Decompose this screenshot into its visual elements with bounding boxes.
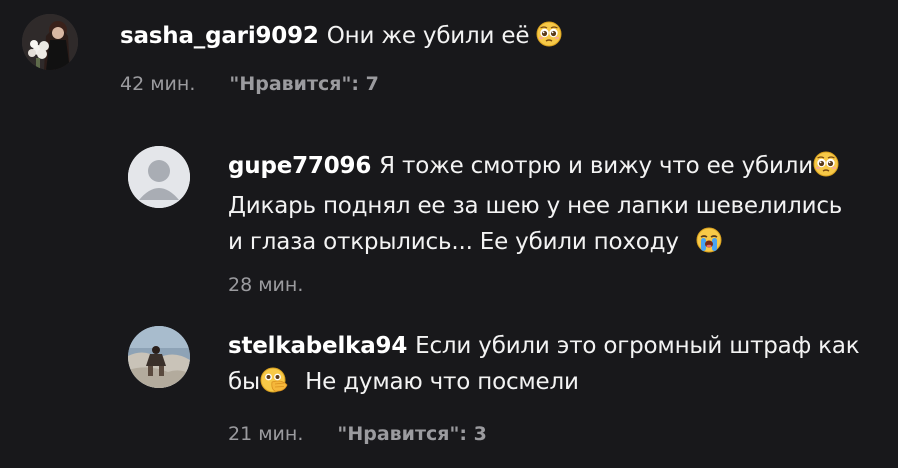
comment-username[interactable]: gupe77096 xyxy=(228,153,371,179)
comment-line-3: и глаза открылись... Ее убили походу xyxy=(228,224,888,264)
face-with-hand-over-mouth-icon xyxy=(260,367,288,404)
comment-3: stelkabelka94 Если убили это огромный штр… xyxy=(0,310,898,468)
comment-meta: 28 мин. xyxy=(228,274,303,296)
comment-body: Они же убили её xyxy=(326,23,530,49)
comment-line-2: Дикарь поднял ее за шею у нее лапки шеве… xyxy=(228,193,843,219)
comment-text: gupe77096 Я тоже смотрю и вижу что ее уби… xyxy=(228,148,888,264)
avatar[interactable] xyxy=(128,326,190,388)
likes-count[interactable]: "Нравится": 7 xyxy=(229,73,378,95)
user-photo-icon xyxy=(22,14,78,70)
comment-meta: 21 мин. "Нравится": 3 xyxy=(228,423,487,445)
default-user-icon xyxy=(128,146,190,208)
comment-meta: 42 мин. "Нравится": 7 xyxy=(120,73,379,95)
pleading-face-icon xyxy=(813,151,839,188)
comment-2: gupe77096 Я тоже смотрю и вижу что ее уби… xyxy=(0,130,898,310)
comment-timestamp: 42 мин. xyxy=(120,73,196,95)
user-photo-icon xyxy=(128,326,190,388)
comment-text: sasha_gari9092 Они же убили её xyxy=(120,18,880,58)
avatar[interactable] xyxy=(22,14,78,70)
pleading-face-icon xyxy=(536,21,562,58)
likes-count[interactable]: "Нравится": 3 xyxy=(337,423,486,445)
comment-body-line-3: и глаза открылись... Ее убили походу xyxy=(228,229,679,255)
comment-username[interactable]: sasha_gari9092 xyxy=(120,23,319,49)
comment-1: sasha_gari9092 Они же убили её 42 мин. "Н… xyxy=(0,0,898,110)
comment-line-2: бы Не думаю что посмели xyxy=(228,364,888,404)
comment-username[interactable]: stelkabelka94 xyxy=(228,333,407,359)
comment-body-line-1: Если убили это огромный штраф как xyxy=(415,333,860,359)
comment-body-line-2-suffix: Не думаю что посмели xyxy=(305,369,579,395)
comment-timestamp: 28 мин. xyxy=(228,274,304,296)
comment-body-line-1: Я тоже смотрю и вижу что ее убили xyxy=(379,153,813,179)
comment-line-1: stelkabelka94 Если убили это огромный штр… xyxy=(228,328,888,364)
comment-line-1: gupe77096 Я тоже смотрю и вижу что ее уби… xyxy=(228,148,888,188)
comment-text: stelkabelka94 Если убили это огромный штр… xyxy=(228,328,888,404)
avatar[interactable] xyxy=(128,146,190,208)
comment-body-line-2-prefix: бы xyxy=(228,369,260,395)
comment-timestamp: 21 мин. xyxy=(228,423,304,445)
loudly-crying-face-icon xyxy=(696,227,722,264)
